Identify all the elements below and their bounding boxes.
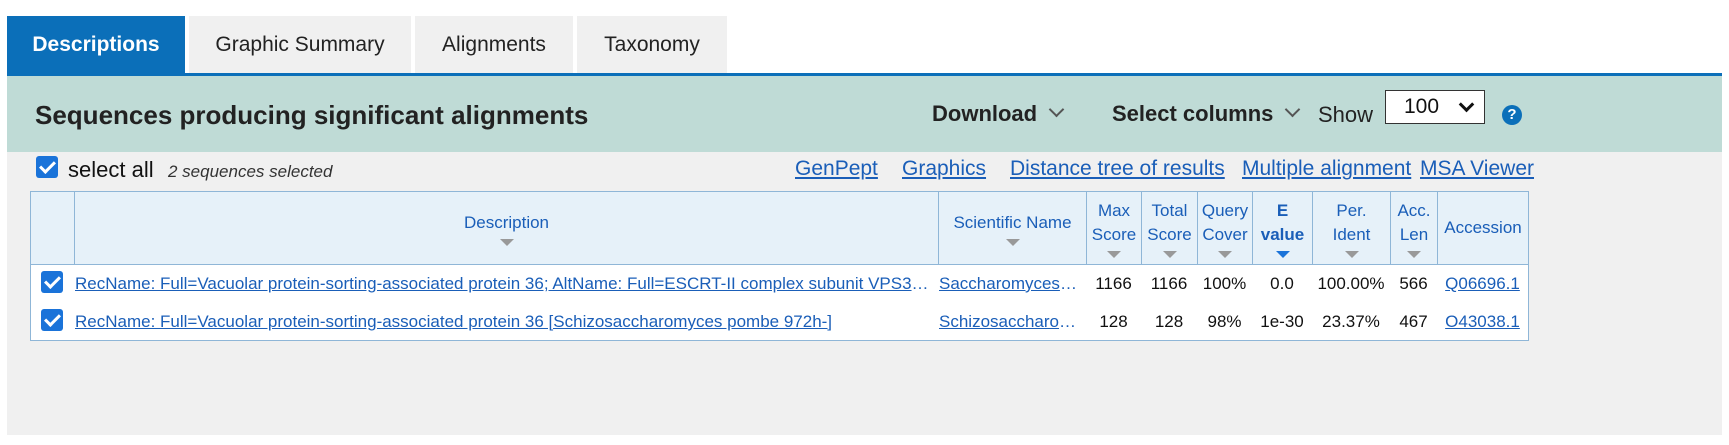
total-score: 128 [1154, 312, 1184, 331]
chevron-down-icon [1458, 96, 1475, 113]
col-acc-len-label-2: Len [1399, 224, 1429, 244]
e-value: 0.0 [1270, 274, 1294, 293]
genpept-link[interactable]: GenPept [795, 157, 878, 181]
e-value: 1e-30 [1260, 312, 1304, 331]
chevron-down-icon [1285, 101, 1301, 118]
col-total-score-label-2: Score [1147, 224, 1192, 244]
col-max-score[interactable]: Max Score [1086, 192, 1141, 264]
col-per-ident[interactable]: Per. Ident [1312, 192, 1390, 264]
table-row: RecName: Full=Vacuolar protein-sorting-a… [31, 265, 1528, 303]
total-score: 1166 [1150, 274, 1188, 293]
tab-taxonomy[interactable]: Taxonomy [577, 16, 727, 74]
results-header: Sequences producing significant alignmen… [7, 76, 1722, 152]
sort-icon [1344, 250, 1359, 258]
col-max-score-label-2: Score [1091, 224, 1137, 244]
select-column-header [31, 192, 74, 264]
tab-alignments[interactable]: Alignments [415, 16, 573, 74]
description-link[interactable]: RecName: Full=Vacuolar protein-sorting-a… [75, 265, 933, 303]
page-title: Sequences producing significant alignmen… [35, 100, 589, 130]
col-description[interactable]: Description [74, 192, 938, 264]
chevron-down-icon [1048, 101, 1065, 118]
col-scientific-name[interactable]: Scientific Name [938, 192, 1086, 264]
acc-len: 566 [1399, 274, 1428, 293]
col-e-value[interactable]: E value [1252, 192, 1312, 264]
graphics-link[interactable]: Graphics [902, 157, 986, 181]
col-query-cover-label-1: Query [1201, 200, 1249, 220]
msa-viewer-link[interactable]: MSA Viewer [1420, 157, 1534, 181]
query-cover: 100% [1202, 274, 1247, 293]
download-menu[interactable]: Download [932, 101, 1065, 127]
help-icon[interactable]: ? [1502, 105, 1522, 125]
max-score: 1166 [1095, 274, 1132, 293]
col-e-value-label-2: value [1260, 224, 1305, 244]
col-description-label: Description [463, 212, 550, 232]
sort-icon [1218, 250, 1232, 258]
select-all-checkbox[interactable] [36, 156, 58, 178]
col-e-value-label-1: E [1276, 200, 1289, 220]
sort-icon [499, 238, 514, 246]
col-query-cover-label-2: Cover [1202, 224, 1248, 244]
row-checkbox[interactable] [41, 271, 63, 293]
show-count-value: 100 [1404, 95, 1440, 118]
col-per-ident-label-2: Ident [1332, 224, 1371, 244]
col-query-cover[interactable]: Query Cover [1197, 192, 1252, 264]
sort-icon [1005, 238, 1020, 246]
accession-link[interactable]: Q06696.1 [1437, 265, 1528, 303]
select-all-label: select all [68, 157, 154, 182]
col-max-score-label-1: Max [1097, 200, 1131, 220]
select-columns-menu[interactable]: Select columns [1112, 101, 1301, 127]
select-columns-label: Select columns [1112, 101, 1274, 126]
download-label: Download [932, 101, 1038, 126]
description-link[interactable]: RecName: Full=Vacuolar protein-sorting-a… [75, 303, 933, 341]
table-header: Description Scientific Name Max Score To… [31, 192, 1528, 265]
tab-descriptions[interactable]: Descriptions [7, 16, 185, 74]
col-total-score-label-1: Total [1151, 200, 1188, 220]
tab-graphic-summary[interactable]: Graphic Summary [189, 16, 411, 74]
per-ident: 100.00% [1317, 274, 1385, 293]
max-score: 128 [1099, 312, 1128, 331]
col-total-score[interactable]: Total Score [1141, 192, 1197, 264]
scientific-name-link[interactable]: Schizosaccharomyces pombe 972h- [939, 303, 1081, 341]
query-cover: 98% [1207, 312, 1242, 331]
col-per-ident-label-1: Per. [1336, 200, 1367, 220]
selected-count: 2 sequences selected [168, 162, 333, 181]
sort-icon [1407, 250, 1421, 258]
accession-link[interactable]: O43038.1 [1437, 303, 1528, 341]
distance-tree-link[interactable]: Distance tree of results [1010, 157, 1225, 181]
per-ident: 23.37% [1322, 312, 1380, 331]
scientific-name-link[interactable]: Saccharomyces cerevisiae S288C [939, 265, 1081, 303]
show-count-select[interactable]: 100 [1385, 90, 1485, 124]
sort-active-icon [1275, 250, 1290, 258]
col-scientific-name-label: Scientific Name [953, 212, 1072, 232]
show-label: Show [1318, 102, 1374, 127]
result-tabs: Descriptions Graphic Summary Alignments … [7, 16, 731, 74]
sort-icon [1107, 250, 1121, 258]
col-acc-len[interactable]: Acc. Len [1390, 192, 1437, 264]
col-acc-len-label-1: Acc. [1397, 200, 1431, 220]
row-checkbox[interactable] [41, 309, 63, 331]
multiple-alignment-link[interactable]: Multiple alignment [1242, 157, 1411, 181]
table-row: RecName: Full=Vacuolar protein-sorting-a… [31, 303, 1528, 341]
acc-len: 467 [1399, 312, 1428, 331]
results-table: Description Scientific Name Max Score To… [30, 191, 1529, 341]
col-accession-label: Accession [1444, 218, 1522, 237]
col-accession[interactable]: Accession [1437, 192, 1528, 264]
sort-icon [1162, 250, 1177, 258]
